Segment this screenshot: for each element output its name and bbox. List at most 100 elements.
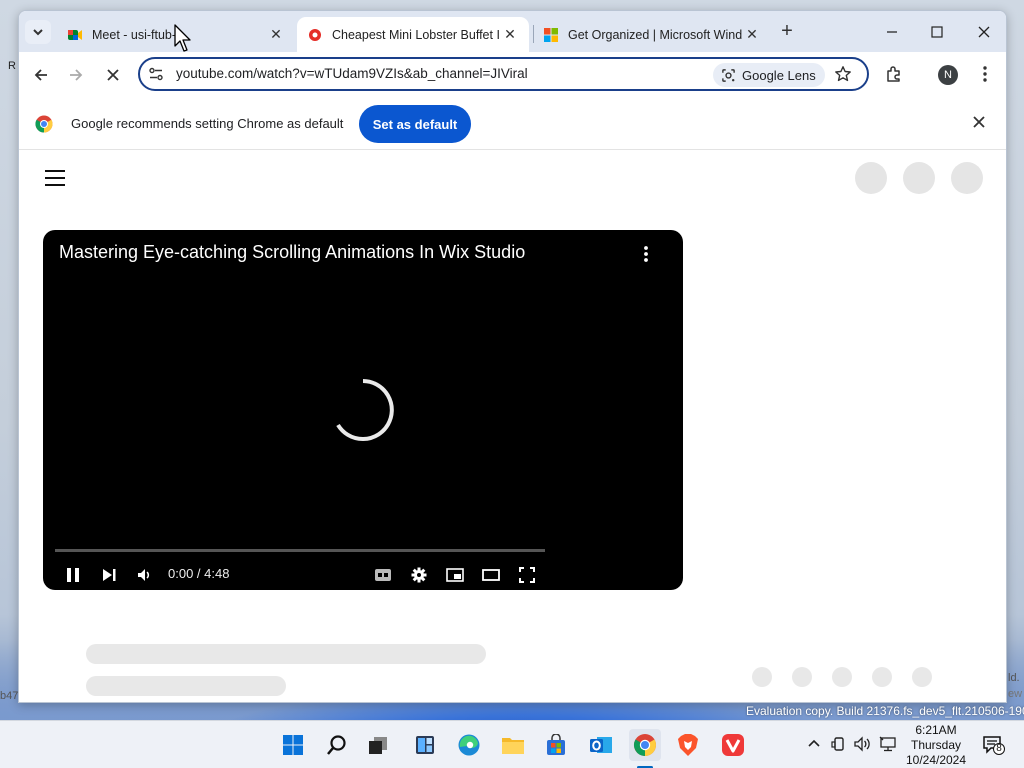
network-icon[interactable] [879, 736, 897, 752]
close-icon[interactable]: ✕ [267, 26, 285, 43]
theater-mode-button[interactable] [479, 563, 503, 587]
microsoft-icon [544, 27, 558, 42]
minimize-button[interactable] [869, 19, 915, 45]
browser-toolbar: youtube.com/watch?v=wTUdam9VZIs&ab_chann… [19, 52, 1006, 98]
vivaldi-button[interactable] [717, 729, 749, 761]
close-icon [107, 69, 119, 81]
star-icon[interactable] [834, 65, 852, 83]
close-window-button[interactable] [961, 19, 1006, 45]
tab-strip: Meet - usi-ftub- ✕ Cheapest Mini Lobster… [19, 11, 1006, 52]
captions-icon [375, 569, 391, 581]
address-bar[interactable]: youtube.com/watch?v=wTUdam9VZIs&ab_chann… [138, 57, 869, 91]
forward-button[interactable] [62, 62, 90, 88]
more-vert-icon[interactable] [640, 244, 652, 264]
video-title[interactable]: Mastering Eye-catching Scrolling Animati… [59, 242, 525, 263]
maximize-button[interactable] [914, 19, 960, 45]
loading-spinner-icon [336, 379, 394, 441]
chrome-logo-icon [35, 115, 53, 133]
back-button[interactable] [27, 62, 55, 88]
skeleton-placeholder [872, 667, 892, 687]
skeleton-placeholder [832, 667, 852, 687]
volume-icon [138, 569, 150, 581]
desktop-edge-text: ld. [1008, 672, 1020, 684]
outlook-icon [590, 737, 612, 753]
clock[interactable]: 6:21AM Thursday 10/24/2024 [896, 723, 976, 768]
profile-avatar[interactable]: N [938, 65, 958, 85]
extensions-icon[interactable] [885, 65, 903, 83]
start-icon [283, 735, 303, 755]
captions-button[interactable] [371, 563, 395, 587]
device-icon[interactable] [831, 736, 847, 752]
progress-bar[interactable] [55, 549, 545, 552]
skeleton-placeholder [752, 667, 772, 687]
set-as-default-button[interactable]: Set as default [359, 105, 471, 143]
video-player[interactable]: Mastering Eye-catching Scrolling Animati… [43, 230, 683, 590]
url-text[interactable]: youtube.com/watch?v=wTUdam9VZIs&ab_chann… [176, 66, 528, 81]
lens-icon [722, 68, 735, 82]
evaluation-watermark: Evaluation copy. Build 21376.fs_dev5_flt… [746, 704, 1024, 718]
close-icon [978, 26, 990, 38]
google-meet-icon [68, 29, 82, 40]
close-icon[interactable]: ✕ [743, 26, 761, 43]
skip-next-icon [103, 569, 116, 581]
maximize-icon [931, 26, 943, 38]
chevron-down-icon [33, 29, 43, 36]
store-button[interactable] [540, 729, 572, 761]
file-explorer-icon [502, 738, 524, 754]
notification-center-button[interactable]: 8 [983, 735, 1005, 760]
file-explorer-button[interactable] [497, 729, 529, 761]
brave-icon [678, 734, 698, 756]
skeleton-placeholder [951, 162, 983, 194]
outlook-button[interactable] [585, 729, 617, 761]
skeleton-placeholder [855, 162, 887, 194]
task-view-button[interactable] [362, 729, 394, 761]
search-button[interactable] [321, 729, 353, 761]
youtube-page: Mastering Eye-catching Scrolling Animati… [19, 151, 1006, 702]
skeleton-placeholder [912, 667, 932, 687]
clock-day: Thursday [910, 738, 962, 752]
start-button[interactable] [277, 729, 309, 761]
widgets-icon [416, 736, 434, 754]
chrome-button[interactable] [629, 729, 661, 761]
time-display: 0:00 / 4:48 [168, 566, 230, 581]
desktop-edge-text: b47 [0, 690, 19, 702]
tab-microsoft[interactable]: Get Organized | Microsoft Wind ✕ [533, 17, 771, 52]
fullscreen-icon [519, 567, 535, 583]
mouse-cursor-icon [174, 24, 191, 52]
close-icon[interactable] [971, 114, 987, 130]
clock-date: 10/24/2024 [905, 753, 967, 767]
widgets-button[interactable] [409, 729, 441, 761]
tab-youtube[interactable]: Cheapest Mini Lobster Buffet I ✕ [297, 17, 529, 52]
clock-time: 6:21AM [915, 723, 957, 737]
volume-icon[interactable] [854, 736, 872, 752]
next-button[interactable] [97, 563, 121, 587]
skeleton-placeholder [86, 676, 286, 696]
new-tab-button[interactable]: + [776, 21, 798, 43]
tab-search-button[interactable] [25, 20, 51, 44]
hamburger-menu-icon[interactable] [45, 170, 65, 191]
gear-icon [411, 567, 427, 583]
youtube-icon [309, 28, 321, 41]
arrow-left-icon [34, 69, 47, 81]
store-icon [547, 734, 565, 755]
settings-button[interactable] [407, 563, 431, 587]
notification-count: 8 [996, 743, 1002, 754]
google-lens-button[interactable]: Google Lens [713, 63, 825, 87]
skeleton-placeholder [792, 667, 812, 687]
site-info-icon[interactable] [148, 66, 164, 82]
fullscreen-button[interactable] [515, 563, 539, 587]
chevron-up-icon[interactable] [806, 736, 822, 752]
pause-button[interactable] [61, 563, 85, 587]
miniplayer-button[interactable] [443, 563, 467, 587]
chrome-icon [634, 734, 656, 756]
close-icon[interactable]: ✕ [501, 26, 519, 43]
more-vert-icon[interactable] [977, 64, 993, 84]
task-view-icon [369, 737, 387, 754]
stop-loading-button[interactable] [99, 62, 127, 88]
volume-button[interactable] [132, 563, 156, 587]
tab-title: Cheapest Mini Lobster Buffet I [332, 27, 500, 42]
taskbar: 6:21AM Thursday 10/24/2024 8 [0, 720, 1024, 768]
edge-button[interactable] [453, 729, 485, 761]
brave-button[interactable] [672, 729, 704, 761]
lens-label: Google Lens [742, 67, 816, 83]
